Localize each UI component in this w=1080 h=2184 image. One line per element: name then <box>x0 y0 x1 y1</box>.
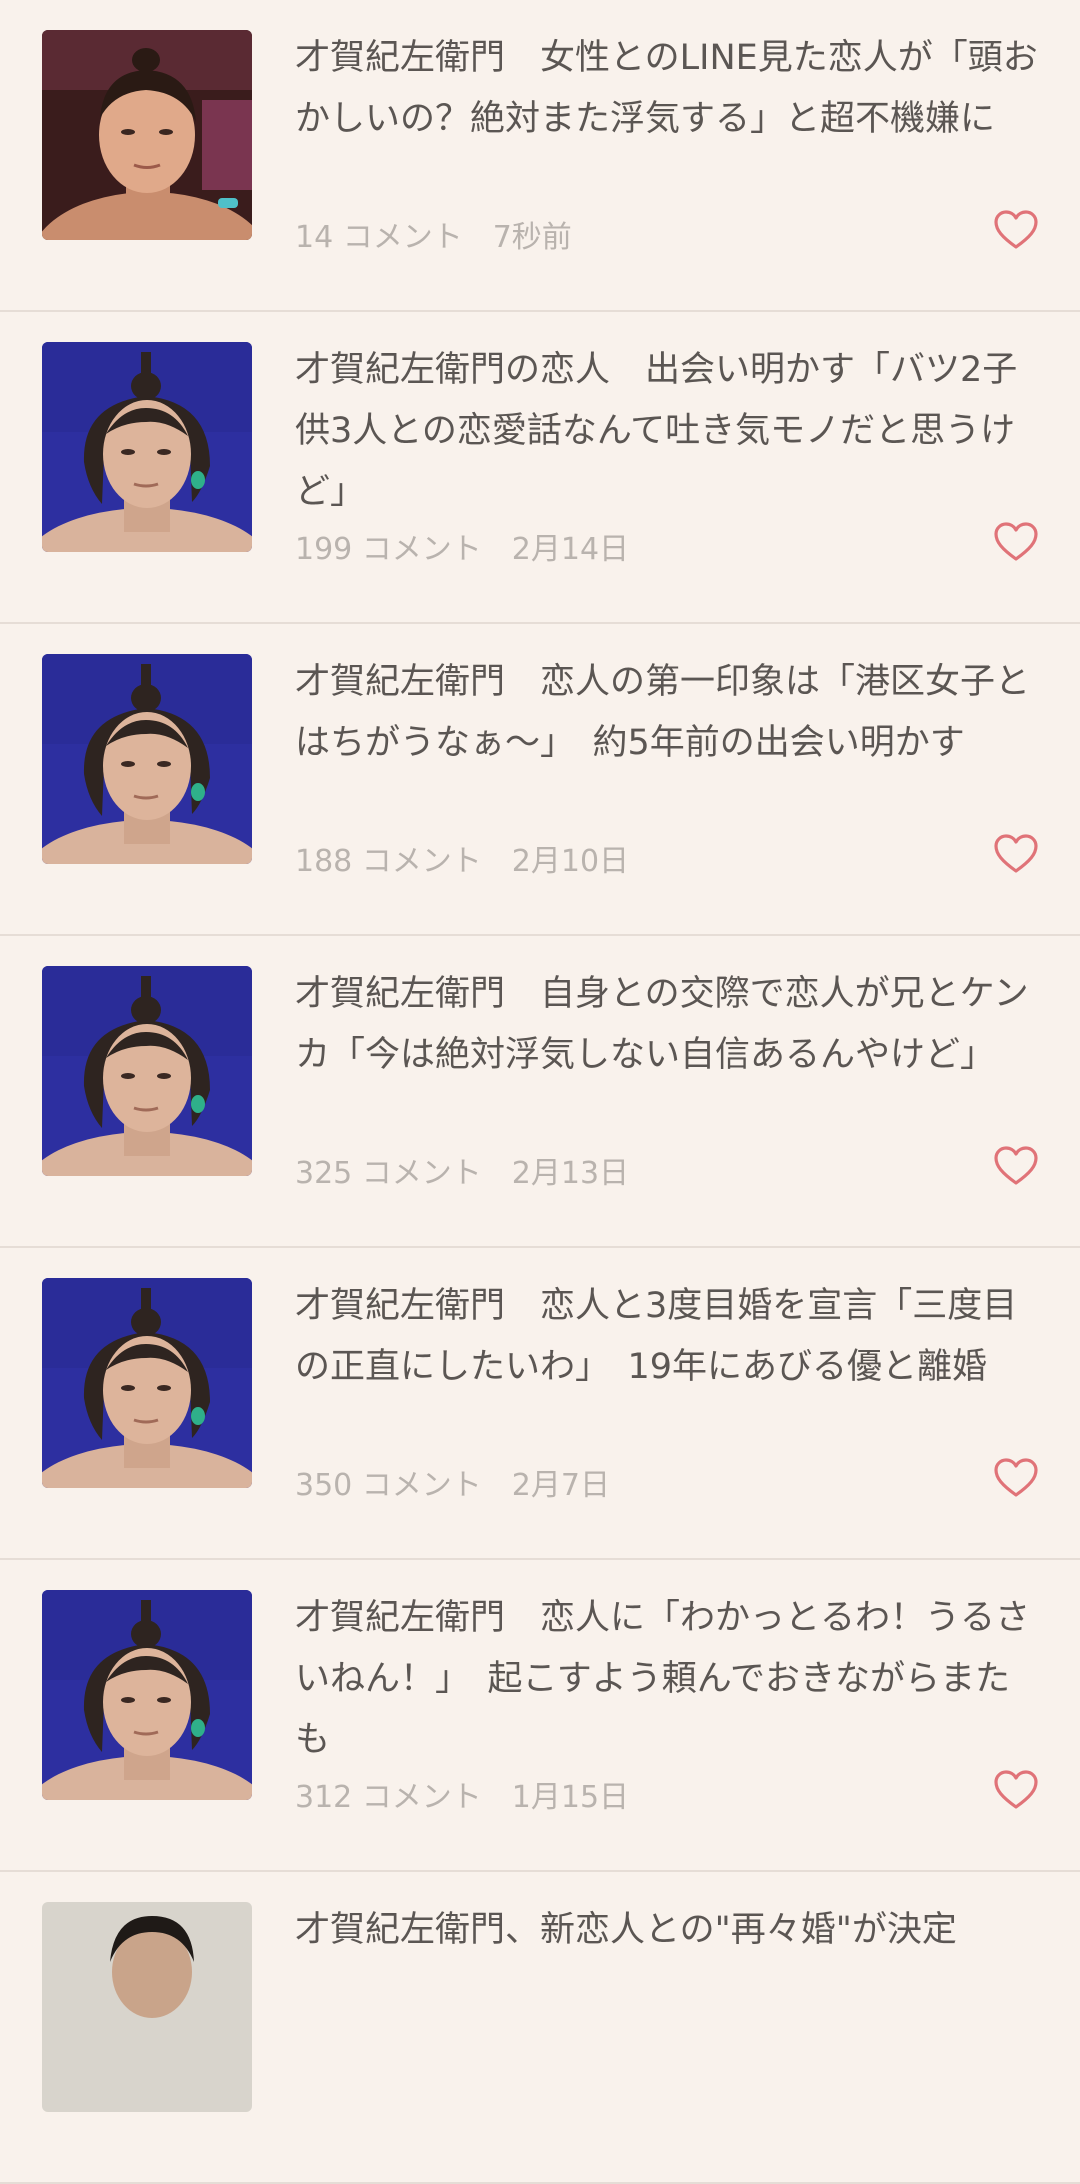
article-item[interactable]: 才賀紀左衛門 恋人の第一印象は「港区女子とはちがうなぁ～」 約5年前の出会い明か… <box>0 624 1080 936</box>
comment-count: 199 コメント <box>295 532 482 567</box>
article-item[interactable]: 才賀紀左衛門 恋人と3度目婚を宣言「三度目の正直にしたいわ」 19年にあびる優と… <box>0 1248 1080 1560</box>
article-thumbnail[interactable] <box>42 1590 252 1800</box>
post-time: 1月15日 <box>511 1780 630 1815</box>
article-meta: 312 コメント 1月15日 <box>295 1772 629 1816</box>
article-meta: 350 コメント 2月7日 <box>295 1460 610 1504</box>
article-title[interactable]: 才賀紀左衛門の恋人 出会い明かす「バツ2子供3人との恋愛話なんて吐き気モノだと思… <box>295 340 1040 523</box>
article-title[interactable]: 才賀紀左衛門 恋人の第一印象は「港区女子とはちがうなぁ～」 約5年前の出会い明か… <box>295 652 1040 774</box>
heart-icon[interactable] <box>994 1458 1038 1498</box>
article-item[interactable]: 才賀紀左衛門 女性とのLINE見た恋人が「頭おかしいの？絶対また浮気する」と超不… <box>0 0 1080 312</box>
article-item[interactable]: 才賀紀左衛門 恋人に「わかっとるわ！うるさいねん！」 起こすよう頼んでおきながら… <box>0 1560 1080 1872</box>
article-item[interactable]: 才賀紀左衛門 自身との交際で恋人が兄とケンカ「今は絶対浮気しない自信あるんやけど… <box>0 936 1080 1248</box>
article-title[interactable]: 才賀紀左衛門 恋人に「わかっとるわ！うるさいねん！」 起こすよう頼んでおきながら… <box>295 1588 1040 1771</box>
article-meta: 199 コメント 2月14日 <box>295 524 629 568</box>
comment-count: 350 コメント <box>295 1468 482 1503</box>
article-meta: 188 コメント 2月10日 <box>295 836 629 880</box>
comment-count: 325 コメント <box>295 1156 482 1191</box>
article-meta: 14 コメント 7秒前 <box>295 212 572 256</box>
article-meta: 325 コメント 2月13日 <box>295 1148 629 1192</box>
article-thumbnail[interactable] <box>42 654 252 864</box>
article-title[interactable]: 才賀紀左衛門 女性とのLINE見た恋人が「頭おかしいの？絶対また浮気する」と超不… <box>295 28 1040 150</box>
article-thumbnail[interactable] <box>42 1902 252 2112</box>
heart-icon[interactable] <box>994 1770 1038 1810</box>
comment-count: 14 コメント <box>295 220 463 255</box>
article-item[interactable]: 才賀紀左衛門、新恋人との"再々婚"が決定 <box>0 1872 1080 2184</box>
comment-count: 312 コメント <box>295 1780 482 1815</box>
article-title[interactable]: 才賀紀左衛門、新恋人との"再々婚"が決定 <box>295 1900 1040 1961</box>
post-time: 2月14日 <box>511 532 630 567</box>
article-thumbnail[interactable] <box>42 1278 252 1488</box>
article-title[interactable]: 才賀紀左衛門 恋人と3度目婚を宣言「三度目の正直にしたいわ」 19年にあびる優と… <box>295 1276 1040 1398</box>
post-time: 2月13日 <box>511 1156 630 1191</box>
heart-icon[interactable] <box>994 210 1038 250</box>
article-title[interactable]: 才賀紀左衛門 自身との交際で恋人が兄とケンカ「今は絶対浮気しない自信あるんやけど… <box>295 964 1040 1086</box>
post-time: 7秒前 <box>492 220 572 255</box>
heart-icon[interactable] <box>994 1146 1038 1186</box>
heart-icon[interactable] <box>994 834 1038 874</box>
post-time: 2月7日 <box>511 1468 610 1503</box>
heart-icon[interactable] <box>994 522 1038 562</box>
article-list: 才賀紀左衛門 女性とのLINE見た恋人が「頭おかしいの？絶対また浮気する」と超不… <box>0 0 1080 2184</box>
article-thumbnail[interactable] <box>42 30 252 240</box>
article-item[interactable]: 才賀紀左衛門の恋人 出会い明かす「バツ2子供3人との恋愛話なんて吐き気モノだと思… <box>0 312 1080 624</box>
comment-count: 188 コメント <box>295 844 482 879</box>
article-thumbnail[interactable] <box>42 342 252 552</box>
post-time: 2月10日 <box>511 844 630 879</box>
article-thumbnail[interactable] <box>42 966 252 1176</box>
